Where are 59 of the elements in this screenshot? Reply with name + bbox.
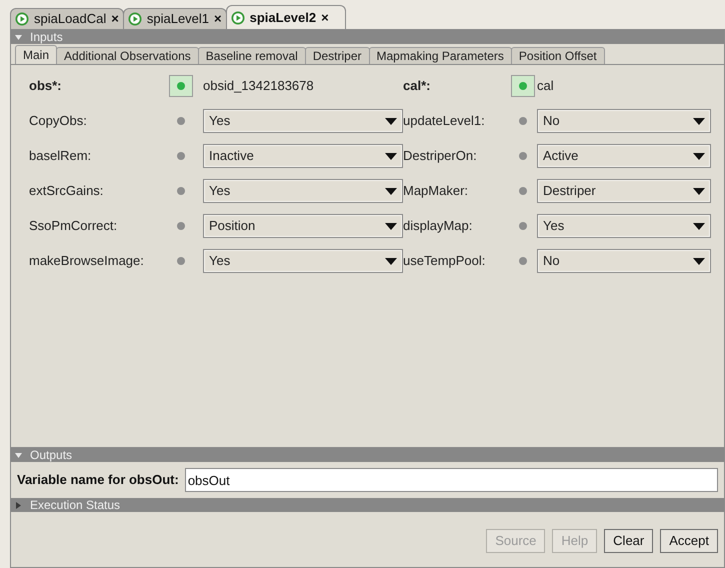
tab[interactable]: Destriper: [304, 47, 370, 64]
document-tab[interactable]: spiaLevel1 ×: [122, 8, 227, 29]
tab[interactable]: Baseline removal: [198, 47, 306, 64]
dropdown-arrow-icon: [385, 258, 397, 264]
dropdown[interactable]: Active: [537, 144, 711, 168]
tab[interactable]: Mapmaking Parameters: [368, 47, 512, 64]
field-label: updateLevel1:: [403, 112, 486, 130]
output-label: Variable name for obsOut:: [17, 471, 179, 490]
section-title: Inputs: [30, 31, 63, 43]
play-icon: [230, 10, 245, 24]
field-label: SsoPmCorrect:: [29, 217, 118, 236]
dropdown[interactable]: No: [537, 109, 711, 133]
dropdown-arrow-icon: [385, 118, 397, 124]
tab[interactable]: Position Offset: [510, 47, 605, 64]
field-label: baselRem:: [29, 147, 92, 166]
dropdown[interactable]: No: [537, 249, 711, 273]
field-label: cal*:: [403, 77, 432, 96]
dropdown[interactable]: Yes: [203, 179, 403, 203]
field-value: cal: [537, 77, 555, 96]
field-label: extSrcGains:: [29, 182, 104, 200]
field-label: useTempPool:: [403, 252, 486, 270]
play-icon: [15, 12, 29, 26]
dropdown-arrow-icon: [693, 188, 705, 194]
field-label: DestriperOn:: [403, 147, 478, 166]
dropdown[interactable]: Yes: [537, 214, 711, 238]
input-field[interactable]: obsOut: [184, 468, 718, 492]
dropdown-arrow-icon: [693, 118, 705, 124]
dropdown-arrow-icon: [385, 188, 397, 194]
field-label: MapMaker:: [403, 182, 470, 200]
dropdown[interactable]: Yes: [203, 249, 403, 273]
collapse-triangle-icon: [15, 34, 22, 40]
close-icon[interactable]: ×: [321, 8, 329, 28]
action-button[interactable]: Clear: [604, 529, 654, 553]
dropdown[interactable]: Destriper: [537, 179, 711, 203]
field-label: CopyObs:: [29, 112, 88, 130]
dropdown-arrow-icon: [385, 152, 397, 160]
field-label: obs*:: [29, 77, 62, 96]
expand-triangle-icon: [15, 502, 22, 508]
tab[interactable]: Main: [15, 45, 58, 64]
action-button[interactable]: Accept: [660, 529, 718, 553]
dropdown[interactable]: Inactive: [203, 144, 403, 168]
document-tab[interactable]: spiaLevel2 ×: [226, 5, 346, 29]
section-title: Outputs: [30, 449, 72, 461]
tab[interactable]: Additional Observations: [56, 47, 199, 64]
close-icon[interactable]: ×: [214, 9, 222, 29]
dropdown[interactable]: Position: [203, 214, 403, 238]
play-icon: [128, 12, 142, 26]
document-tab[interactable]: spiaLoadCal ×: [10, 8, 124, 29]
field-label: makeBrowseImage:: [29, 252, 145, 270]
collapse-triangle-icon: [15, 452, 22, 458]
dropdown-arrow-icon: [693, 222, 705, 230]
dropdown-arrow-icon: [385, 222, 397, 230]
close-icon[interactable]: ×: [111, 9, 119, 29]
dropdown-arrow-icon: [693, 152, 705, 160]
dropdown-arrow-icon: [693, 258, 705, 264]
field-value: obsid_1342183678: [203, 77, 315, 96]
section-title: Execution Status: [30, 499, 120, 511]
field-label: displayMap:: [403, 217, 474, 236]
dropdown[interactable]: Yes: [203, 109, 403, 133]
